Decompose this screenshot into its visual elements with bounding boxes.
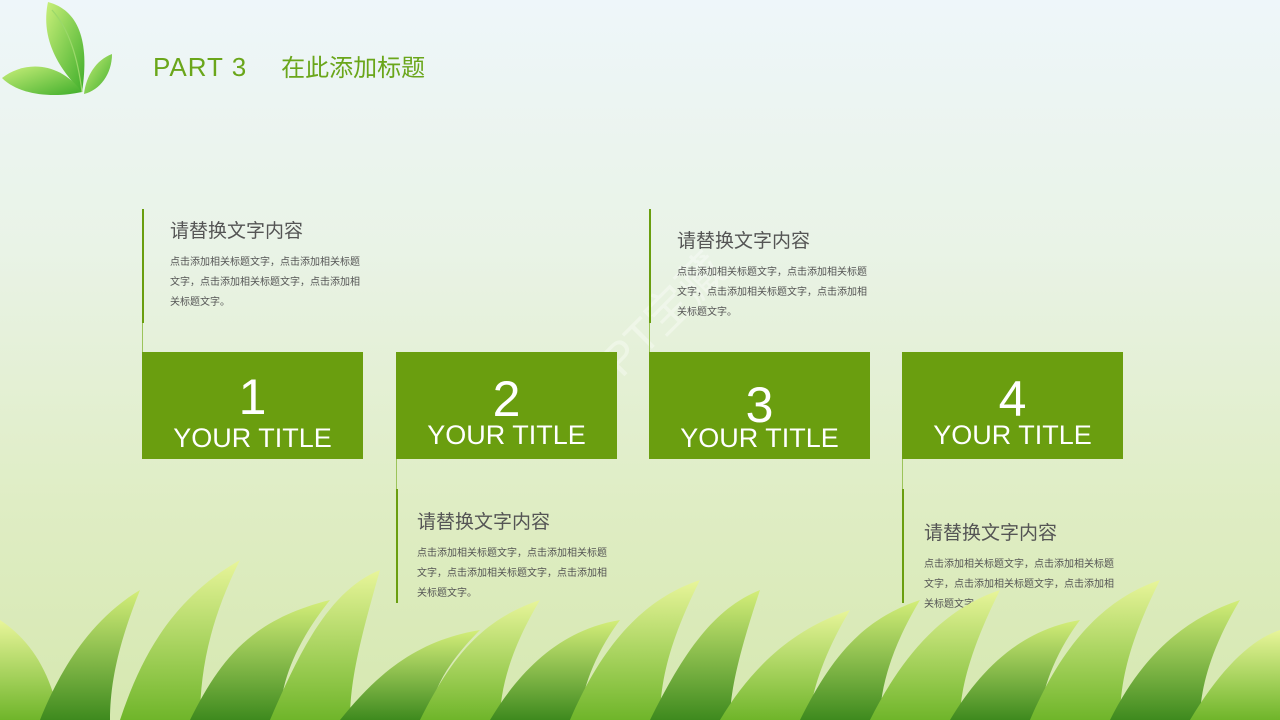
- step-box-4: 4 YOUR TITLE: [902, 352, 1123, 459]
- connector-line: [649, 323, 650, 353]
- step-number: 1: [238, 369, 267, 425]
- slide-header: PART 3 在此添加标题: [153, 48, 425, 83]
- step-title: YOUR TITLE: [680, 423, 839, 453]
- grass-decoration: [0, 560, 1280, 720]
- step-heading: 请替换文字内容: [677, 230, 811, 252]
- step-heading: 请替换文字内容: [924, 522, 1058, 544]
- connector-line: [142, 323, 143, 353]
- leaf-logo-icon: [2, 2, 112, 96]
- step-text-3: 请替换文字内容 点击添加相关标题文字，点击添加相关标题 文字，点击添加相关标题文字…: [677, 226, 907, 323]
- step-number: 2: [492, 371, 521, 427]
- step-box-3: 3 YOUR TITLE: [649, 352, 870, 459]
- step-description: 点击添加相关标题文字，点击添加相关标题 文字，点击添加相关标题文字，点击添加相 关标…: [170, 257, 360, 308]
- part-label: PART 3: [153, 52, 248, 82]
- connector-line: [649, 209, 651, 323]
- step-title: YOUR TITLE: [933, 420, 1092, 450]
- step-box-1: 1 YOUR TITLE: [142, 352, 363, 459]
- step-description: 点击添加相关标题文字，点击添加相关标题 文字，点击添加相关标题文字，点击添加相 关标…: [677, 267, 867, 318]
- step-title: YOUR TITLE: [173, 423, 332, 453]
- step-text-1: 请替换文字内容 点击添加相关标题文字，点击添加相关标题 文字，点击添加相关标题文字…: [170, 216, 400, 313]
- slide-title: 在此添加标题: [281, 54, 426, 82]
- step-title: YOUR TITLE: [427, 420, 586, 450]
- step-heading: 请替换文字内容: [170, 220, 304, 242]
- connector-line: [902, 459, 903, 489]
- connector-line: [142, 209, 144, 323]
- step-heading: 请替换文字内容: [417, 511, 551, 533]
- step-number: 4: [998, 371, 1027, 427]
- connector-line: [396, 459, 397, 489]
- step-box-2: 2 YOUR TITLE: [396, 352, 617, 459]
